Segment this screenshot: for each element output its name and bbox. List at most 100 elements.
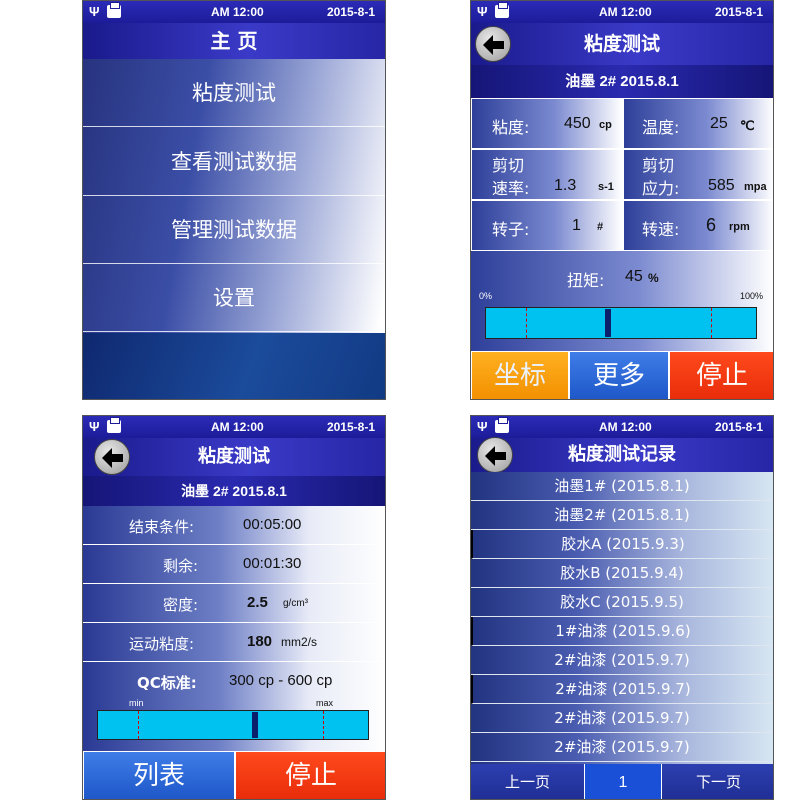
viscosity-unit: cp [599, 119, 612, 131]
torque-bar [485, 307, 757, 339]
back-button[interactable] [475, 26, 511, 62]
qc-min-label: min [129, 698, 144, 708]
record-item[interactable]: 2#油漆 (2015.9.7) [471, 646, 773, 675]
prev-page-button[interactable]: 上一页 [471, 764, 584, 799]
back-arrow-icon [483, 35, 504, 55]
sample-name: 油墨 2# 2015.8.1 [471, 65, 773, 98]
menu-item-manage-data[interactable]: 管理测试数据 [83, 196, 385, 264]
qc-max-limit [323, 711, 324, 739]
shear-rate-value: 1.3 [554, 177, 577, 194]
records-list: 油墨1# (2015.8.1) 油墨2# (2015.8.1) 胶水A (201… [471, 472, 773, 764]
page-title-text: 粘度测试 [583, 33, 660, 55]
speed-label: 转速: [642, 220, 680, 239]
record-item[interactable]: 2#油漆 (2015.9.7) [471, 704, 773, 733]
status-time: AM 12:00 [211, 420, 264, 434]
record-item[interactable]: 油墨1# (2015.8.1) [471, 472, 773, 501]
record-item[interactable]: 胶水B (2015.9.4) [471, 559, 773, 588]
rotor-unit: # [597, 221, 604, 233]
qc-standard-row: QC标准: 300 cp - 600 cp min max [83, 662, 385, 751]
rotor-label: 转子: [492, 220, 530, 239]
usb-icon: Ψ [477, 419, 488, 434]
page-title: 粘度测试记录 [471, 438, 773, 472]
kinematic-viscosity-value: 180 [247, 633, 273, 650]
status-bar: Ψ AM 12:00 2015-8-1 [471, 1, 773, 23]
density-label: 密度: [163, 596, 199, 614]
printer-icon [107, 2, 121, 18]
temperature-cell: 温度: 25 ℃ [623, 98, 773, 149]
measurement-grid: 粘度: 450 cp 温度: 25 ℃ 剪切 速率: 1.3 s-1 剪切 应力… [471, 98, 773, 251]
remaining-label: 剩余: [163, 557, 199, 575]
coordinate-button[interactable]: 坐标 [471, 351, 569, 399]
temperature-value: 25 [710, 115, 728, 132]
status-time: AM 12:00 [211, 5, 264, 19]
qc-standard-label: QC标准: [137, 674, 197, 692]
torque-panel: 扭矩: 45 % 0% 100% [471, 251, 773, 351]
torque-upper-limit [711, 308, 712, 338]
back-button[interactable] [94, 439, 130, 475]
qc-min-limit [138, 711, 139, 739]
shear-rate-label-1: 剪切 [492, 156, 525, 175]
usb-icon: Ψ [477, 4, 488, 19]
viscosity-test-timer-screen: Ψ AM 12:00 2015-8-1 粘度测试 油墨 2# 2015.8.1 … [82, 415, 386, 800]
stop-button[interactable]: 停止 [235, 751, 385, 799]
page-title: 粘度测试 [471, 23, 773, 65]
status-bar: Ψ AM 12:00 2015-8-1 [83, 416, 385, 438]
remaining-value: 00:01:30 [243, 555, 302, 572]
qc-max-label: max [316, 698, 334, 708]
menu-item-view-data[interactable]: 查看测试数据 [83, 128, 385, 196]
qc-range-bar [97, 710, 369, 740]
shear-rate-cell: 剪切 速率: 1.3 s-1 [471, 149, 623, 200]
viscosity-label: 粘度: [492, 118, 530, 137]
record-item[interactable]: 胶水A (2015.9.3) [471, 530, 773, 559]
record-item[interactable]: 1#油漆 (2015.9.6) [471, 617, 773, 646]
torque-max-label: 100% [739, 291, 763, 301]
decorative-footer [83, 333, 385, 399]
record-item[interactable]: 2#油漆 (2015.9.7) [471, 675, 773, 704]
viscosity-test-screen: Ψ AM 12:00 2015-8-1 粘度测试 油墨 2# 2015.8.1 … [470, 0, 774, 400]
kinematic-viscosity-row: 运动粘度: 180 mm2/s [83, 623, 385, 662]
status-time: AM 12:00 [599, 420, 652, 434]
viscosity-cell: 粘度: 450 cp [471, 98, 623, 149]
density-unit: g/cm³ [283, 598, 308, 609]
density-row: 密度: 2.5 g/cm³ [83, 584, 385, 623]
menu-item-settings[interactable]: 设置 [83, 264, 385, 332]
usb-icon: Ψ [89, 4, 100, 19]
status-bar: Ψ AM 12:00 2015-8-1 [471, 416, 773, 438]
status-date: 2015-8-1 [326, 420, 375, 434]
pagination: 上一页 1 下一页 [471, 764, 773, 799]
kinematic-viscosity-label: 运动粘度: [129, 635, 195, 653]
menu-item-viscosity-test[interactable]: 粘度测试 [83, 59, 385, 127]
more-button[interactable]: 更多 [569, 351, 669, 399]
next-page-button[interactable]: 下一页 [662, 764, 773, 799]
status-time: AM 12:00 [599, 5, 652, 19]
record-item[interactable]: 油墨2# (2015.8.1) [471, 501, 773, 530]
printer-icon [107, 417, 121, 433]
temperature-label: 温度: [642, 118, 680, 137]
end-condition-value: 00:05:00 [243, 516, 302, 533]
speed-cell: 转速: 6 rpm [623, 200, 773, 251]
page-number: 1 [584, 764, 662, 799]
torque-unit: % [648, 271, 659, 285]
rotor-cell: 转子: 1 # [471, 200, 623, 251]
torque-min-label: 0% [479, 291, 493, 301]
shear-rate-label-2: 速率: [492, 179, 530, 198]
record-item[interactable]: 胶水C (2015.9.5) [471, 588, 773, 617]
shear-stress-value: 585 [708, 177, 735, 194]
stop-button[interactable]: 停止 [669, 351, 773, 399]
end-condition-row: 结束条件: 00:05:00 [83, 506, 385, 545]
usb-icon: Ψ [89, 419, 100, 434]
back-button[interactable] [477, 437, 513, 473]
torque-label: 扭矩: [567, 271, 605, 290]
printer-icon [495, 417, 509, 433]
torque-marker [605, 309, 611, 337]
remaining-row: 剩余: 00:01:30 [83, 545, 385, 584]
torque-lower-limit [526, 308, 527, 338]
list-button[interactable]: 列表 [83, 751, 235, 799]
record-item[interactable]: 2#油漆 (2015.9.7) [471, 733, 773, 762]
shear-rate-unit: s-1 [598, 181, 614, 193]
torque-value: 45 [625, 268, 643, 285]
kinematic-viscosity-unit: mm2/s [281, 635, 317, 649]
speed-value: 6 [706, 215, 717, 235]
status-date: 2015-8-1 [326, 5, 375, 19]
status-date: 2015-8-1 [714, 420, 763, 434]
